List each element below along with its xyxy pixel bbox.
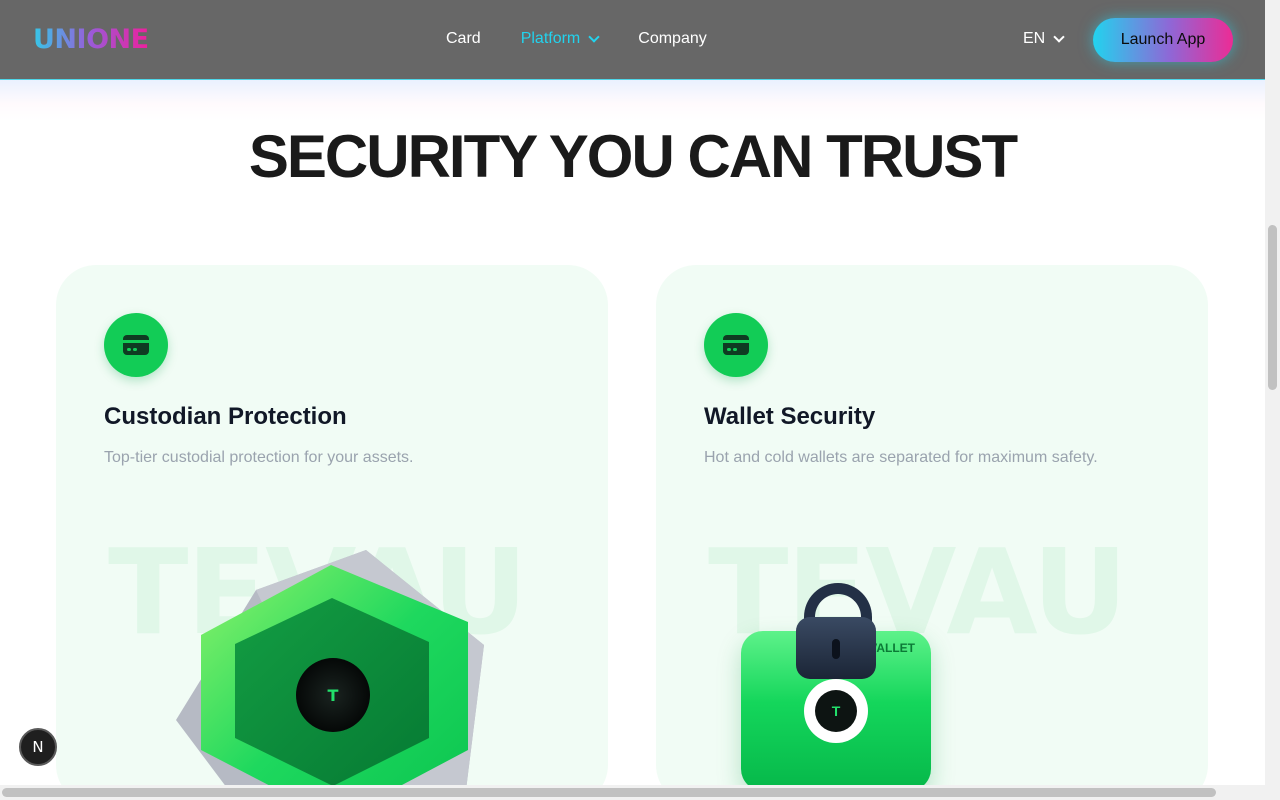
chevron-down-icon	[1053, 31, 1065, 43]
coin-letter: T	[328, 686, 339, 705]
nav-item-label: Company	[638, 30, 707, 47]
card-description: Top-tier custodial protection for your a…	[104, 449, 414, 466]
card-icon	[104, 313, 168, 377]
card-description: Hot and cold wallets are separated for m…	[704, 449, 1098, 466]
wallet-label: VALLET	[869, 641, 915, 655]
brand-logo[interactable]: UNIONE	[33, 24, 149, 55]
coin-icon: T	[804, 679, 868, 743]
horizontal-scrollbar[interactable]	[0, 785, 1280, 800]
card-title: Wallet Security	[704, 403, 876, 430]
dev-tools-badge[interactable]: N	[19, 728, 57, 766]
language-label: EN	[1023, 30, 1046, 47]
nav-item-platform[interactable]: Platform	[520, 30, 600, 48]
header-glow	[0, 80, 1265, 120]
top-navbar: UNIONE Card Platform Company EN Launch A…	[0, 0, 1265, 80]
chevron-down-icon	[588, 31, 600, 43]
scrollbar-thumb[interactable]	[2, 788, 1216, 797]
shield-hexagon-illustration: T	[176, 550, 484, 800]
main-nav: Card Platform Company	[446, 30, 747, 48]
scrollbar-thumb[interactable]	[1268, 225, 1277, 390]
feature-card-wallet: Wallet Security Hot and cold wallets are…	[656, 265, 1208, 800]
coin-letter: T	[815, 690, 857, 732]
feature-card-custodian: Custodian Protection Top-tier custodial …	[56, 265, 608, 800]
nav-item-label: Card	[446, 30, 481, 47]
card-title: Custodian Protection	[104, 403, 347, 430]
nav-item-company[interactable]: Company	[638, 30, 706, 48]
nav-item-card[interactable]: Card	[446, 30, 481, 48]
vertical-scrollbar[interactable]	[1265, 0, 1280, 785]
launch-app-button[interactable]: Launch App	[1093, 18, 1233, 62]
nav-item-label: Platform	[520, 30, 581, 47]
language-selector[interactable]: EN	[1023, 30, 1065, 48]
card-icon	[704, 313, 768, 377]
section-title: SECURITY YOU CAN TRUST	[248, 123, 1018, 190]
lock-icon	[796, 617, 876, 679]
